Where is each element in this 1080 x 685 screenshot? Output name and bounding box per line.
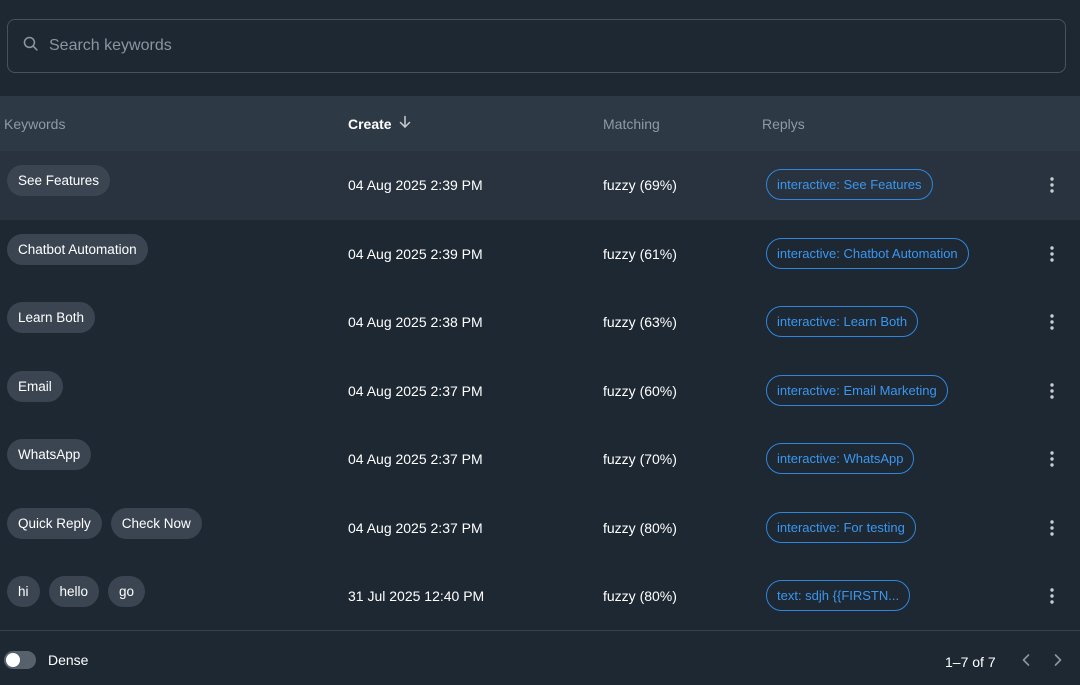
reply-chip[interactable]: interactive: Email Marketing	[766, 374, 948, 406]
table-header: Keywords Create Matching Replys	[0, 96, 1080, 151]
keyword-chip[interactable]: Quick Reply	[7, 507, 102, 539]
keyword-chips: See Features	[7, 165, 111, 196]
keyword-chip[interactable]: Email	[7, 370, 63, 402]
dense-label: Dense	[48, 652, 89, 668]
created-date: 31 Jul 2025 12:40 PM	[348, 588, 485, 604]
arrow-down-icon	[398, 115, 412, 132]
more-vertical-icon	[1050, 245, 1054, 262]
pagination-info: 1–7 of 7	[945, 654, 996, 670]
keyword-chip[interactable]: Chatbot Automation	[7, 233, 148, 265]
dense-toggle[interactable]	[4, 651, 36, 669]
keyword-chips: WhatsApp	[7, 439, 92, 470]
more-options-button[interactable]	[1040, 173, 1064, 197]
reply-chip[interactable]: interactive: Chatbot Automation	[766, 237, 969, 269]
matching-value: fuzzy (70%)	[603, 451, 677, 467]
more-vertical-icon	[1050, 519, 1054, 536]
more-options-button[interactable]	[1040, 584, 1064, 608]
table-row[interactable]: Quick Reply Check Now 04 Aug 2025 2:37 PM f…	[0, 494, 1080, 563]
more-options-button[interactable]	[1040, 447, 1064, 471]
keyword-chip[interactable]: go	[108, 576, 146, 607]
header-create[interactable]: Create	[348, 115, 412, 132]
table-footer: Dense 1–7 of 7	[0, 630, 1080, 685]
reply-chip[interactable]: interactive: For testing	[766, 511, 916, 543]
more-options-button[interactable]	[1040, 516, 1064, 540]
more-vertical-icon	[1050, 314, 1054, 330]
matching-value: fuzzy (63%)	[603, 314, 677, 330]
table-body: See Features 04 Aug 2025 2:39 PM fuzzy (69…	[0, 151, 1080, 631]
matching-value: fuzzy (60%)	[603, 382, 677, 399]
header-keywords[interactable]: Keywords	[4, 116, 65, 132]
table-row[interactable]: See Features 04 Aug 2025 2:39 PM fuzzy (69…	[0, 151, 1080, 220]
created-date: 04 Aug 2025 2:37 PM	[348, 519, 483, 536]
created-date: 04 Aug 2025 2:39 PM	[348, 177, 483, 193]
table-row[interactable]: Learn Both 04 Aug 2025 2:38 PM fuzzy (63%)…	[0, 288, 1080, 357]
header-create-label: Create	[348, 115, 392, 132]
matching-value: fuzzy (61%)	[603, 245, 677, 262]
table-row[interactable]: Chatbot Automation 04 Aug 2025 2:39 PM fuz…	[0, 220, 1080, 289]
matching-value: fuzzy (69%)	[603, 177, 677, 193]
keyword-chip[interactable]: hello	[48, 576, 100, 607]
created-date: 04 Aug 2025 2:37 PM	[348, 382, 483, 399]
reply-chip[interactable]: text: sdjh {{FIRSTN...	[766, 580, 911, 611]
created-date: 04 Aug 2025 2:37 PM	[348, 451, 483, 467]
more-vertical-icon	[1050, 451, 1054, 467]
more-vertical-icon	[1050, 382, 1054, 399]
matching-value: fuzzy (80%)	[603, 519, 677, 536]
chevron-right-icon	[1054, 654, 1062, 666]
reply-chip[interactable]: interactive: See Features	[766, 169, 933, 200]
header-replies[interactable]: Replys	[762, 116, 805, 132]
matching-value: fuzzy (80%)	[603, 588, 677, 604]
reply-chip[interactable]: interactive: WhatsApp	[766, 443, 915, 474]
created-date: 04 Aug 2025 2:38 PM	[348, 314, 483, 330]
keyword-chips: Quick Reply Check Now	[7, 507, 202, 539]
more-vertical-icon	[1050, 177, 1054, 193]
keyword-chip[interactable]: See Features	[7, 165, 111, 196]
header-matching[interactable]: Matching	[603, 116, 660, 132]
search-input[interactable]	[49, 37, 1029, 55]
table-row[interactable]: Email 04 Aug 2025 2:37 PM fuzzy (60%) inter…	[0, 357, 1080, 426]
table-row[interactable]: WhatsApp 04 Aug 2025 2:37 PM fuzzy (70%) in…	[0, 425, 1080, 494]
keyword-chip[interactable]: hi	[7, 576, 40, 607]
next-page-button[interactable]	[1049, 651, 1067, 669]
toggle-knob	[6, 653, 20, 667]
search-field[interactable]	[7, 19, 1066, 73]
keyword-chip[interactable]: Learn Both	[7, 302, 96, 333]
reply-chip[interactable]: interactive: Learn Both	[766, 306, 919, 337]
chevron-left-icon	[1022, 654, 1030, 666]
keyword-chips: Learn Both	[7, 302, 96, 333]
more-options-button[interactable]	[1040, 310, 1064, 334]
more-options-button[interactable]	[1040, 242, 1064, 266]
keyword-chips: hi hello go	[7, 576, 146, 607]
keyword-chips: Email	[7, 370, 63, 402]
keywords-table: Keywords Create Matching Replys See Feat…	[0, 96, 1080, 631]
keyword-chip[interactable]: WhatsApp	[7, 439, 92, 470]
keyword-chips: Chatbot Automation	[7, 233, 148, 265]
keyword-chip[interactable]: Check Now	[110, 507, 202, 539]
more-options-button[interactable]	[1040, 379, 1064, 403]
more-vertical-icon	[1050, 588, 1054, 604]
created-date: 04 Aug 2025 2:39 PM	[348, 245, 483, 262]
previous-page-button[interactable]	[1017, 651, 1035, 669]
table-row[interactable]: hi hello go 31 Jul 2025 12:40 PM fuzzy (80%)…	[0, 562, 1080, 631]
search-icon	[22, 35, 39, 57]
